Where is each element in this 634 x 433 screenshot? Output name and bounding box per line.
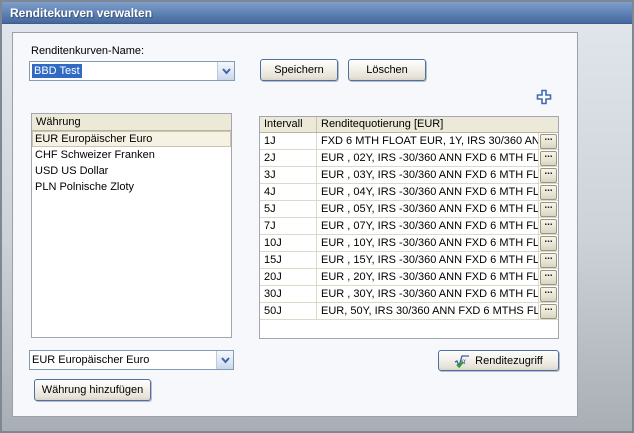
- row-ellipsis-button[interactable]: ...: [540, 253, 557, 268]
- interval-cell: 4J: [260, 184, 317, 200]
- quote-table-body: 1JFXD 6 MTH FLOAT EUR, 1Y, IRS 30/360 AN…: [260, 133, 558, 320]
- quote-cell: EUR , 30Y, IRS -30/360 ANN FXD 6 MTH FL.…: [317, 286, 539, 302]
- quote-cell: FXD 6 MTH FLOAT EUR, 1Y, IRS 30/360 AN..…: [317, 133, 539, 149]
- row-ellipsis-button[interactable]: ...: [540, 287, 557, 302]
- action-cell: ...: [539, 303, 558, 319]
- formula-check-icon: α: [454, 354, 470, 368]
- row-ellipsis-button[interactable]: ...: [540, 304, 557, 319]
- quote-cell: EUR , 15Y, IRS -30/360 ANN FXD 6 MTH FL.…: [317, 252, 539, 268]
- quote-cell: EUR , 04Y, IRS -30/360 ANN FXD 6 MTH FL.…: [317, 184, 539, 200]
- interval-cell: 7J: [260, 218, 317, 234]
- save-button-label: Speichern: [274, 64, 324, 76]
- quote-table: Intervall Renditequotierung [EUR] 1JFXD …: [259, 116, 559, 339]
- interval-cell: 20J: [260, 269, 317, 285]
- row-ellipsis-button[interactable]: ...: [540, 168, 557, 183]
- column-header-interval[interactable]: Intervall: [260, 117, 317, 132]
- dialog-title: Renditekurven verwalten: [10, 6, 152, 20]
- interval-cell: 5J: [260, 201, 317, 217]
- interval-cell: 50J: [260, 303, 317, 319]
- delete-button-label: Löschen: [366, 64, 408, 76]
- interval-cell: 2J: [260, 150, 317, 166]
- curve-name-combobox[interactable]: BBD Test: [29, 61, 235, 81]
- quote-cell: EUR , 20Y, IRS -30/360 ANN FXD 6 MTH FL.…: [317, 269, 539, 285]
- list-item[interactable]: EUR Europäischer Euro: [32, 131, 231, 147]
- curve-name-value: BBD Test: [32, 64, 82, 78]
- table-row: 10JEUR , 10Y, IRS -30/360 ANN FXD 6 MTH …: [260, 235, 558, 252]
- table-row: 15JEUR , 15Y, IRS -30/360 ANN FXD 6 MTH …: [260, 252, 558, 269]
- quote-cell: EUR , 02Y, IRS -30/360 ANN FXD 6 MTH FL.…: [317, 150, 539, 166]
- row-ellipsis-button[interactable]: ...: [540, 270, 557, 285]
- add-currency-button[interactable]: Währung hinzufügen: [34, 379, 151, 401]
- chevron-down-icon[interactable]: [216, 351, 233, 369]
- table-row: 3JEUR , 03Y, IRS -30/360 ANN FXD 6 MTH F…: [260, 167, 558, 184]
- currency-list-header[interactable]: Währung: [32, 114, 231, 131]
- chevron-down-icon[interactable]: [217, 62, 234, 80]
- curve-name-label: Renditenkurven-Name:: [31, 45, 144, 57]
- action-cell: ...: [539, 269, 558, 285]
- quote-cell: EUR , 10Y, IRS -30/360 ANN FXD 6 MTH FL.…: [317, 235, 539, 251]
- table-row: 5JEUR , 05Y, IRS -30/360 ANN FXD 6 MTH F…: [260, 201, 558, 218]
- table-row: 20JEUR , 20Y, IRS -30/360 ANN FXD 6 MTH …: [260, 269, 558, 286]
- add-row-plus-icon[interactable]: [536, 89, 552, 105]
- quote-cell: EUR , 05Y, IRS -30/360 ANN FXD 6 MTH FL.…: [317, 201, 539, 217]
- table-row: 30JEUR , 30Y, IRS -30/360 ANN FXD 6 MTH …: [260, 286, 558, 303]
- main-panel: Renditenkurven-Name: BBD Test Speichern …: [12, 32, 578, 417]
- action-cell: ...: [539, 286, 558, 302]
- quote-cell: EUR , 03Y, IRS -30/360 ANN FXD 6 MTH FL.…: [317, 167, 539, 183]
- row-ellipsis-button[interactable]: ...: [540, 151, 557, 166]
- interval-cell: 1J: [260, 133, 317, 149]
- interval-cell: 30J: [260, 286, 317, 302]
- dialog-titlebar[interactable]: Renditekurven verwalten: [2, 2, 632, 24]
- column-header-quote[interactable]: Renditequotierung [EUR]: [317, 117, 558, 132]
- list-item[interactable]: USD US Dollar: [32, 163, 231, 179]
- action-cell: ...: [539, 184, 558, 200]
- table-row: 2JEUR , 02Y, IRS -30/360 ANN FXD 6 MTH F…: [260, 150, 558, 167]
- interval-cell: 10J: [260, 235, 317, 251]
- interval-cell: 15J: [260, 252, 317, 268]
- action-cell: ...: [539, 133, 558, 149]
- row-ellipsis-button[interactable]: ...: [540, 219, 557, 234]
- table-row: 1JFXD 6 MTH FLOAT EUR, 1Y, IRS 30/360 AN…: [260, 133, 558, 150]
- yield-access-button[interactable]: α Renditezugriff: [438, 350, 559, 371]
- row-ellipsis-button[interactable]: ...: [540, 202, 557, 217]
- row-ellipsis-button[interactable]: ...: [540, 185, 557, 200]
- currency-add-value: EUR Europäischer Euro: [32, 354, 149, 366]
- quote-table-header: Intervall Renditequotierung [EUR]: [260, 117, 558, 133]
- save-button[interactable]: Speichern: [260, 59, 338, 81]
- add-currency-button-label: Währung hinzufügen: [42, 384, 144, 396]
- table-row: 7JEUR , 07Y, IRS -30/360 ANN FXD 6 MTH F…: [260, 218, 558, 235]
- list-item[interactable]: PLN Polnische Zloty: [32, 179, 231, 195]
- dialog-window: Renditekurven verwalten Renditenkurven-N…: [0, 0, 634, 433]
- action-cell: ...: [539, 218, 558, 234]
- table-row: 50JEUR, 50Y, IRS 30/360 ANN FXD 6 MTHS F…: [260, 303, 558, 320]
- interval-cell: 3J: [260, 167, 317, 183]
- list-item[interactable]: CHF Schweizer Franken: [32, 147, 231, 163]
- row-ellipsis-button[interactable]: ...: [540, 134, 557, 149]
- table-row: 4JEUR , 04Y, IRS -30/360 ANN FXD 6 MTH F…: [260, 184, 558, 201]
- action-cell: ...: [539, 167, 558, 183]
- currency-listbox: Währung EUR Europäischer EuroCHF Schweiz…: [31, 113, 232, 338]
- quote-cell: EUR, 50Y, IRS 30/360 ANN FXD 6 MTHS FL..…: [317, 303, 539, 319]
- row-ellipsis-button[interactable]: ...: [540, 236, 557, 251]
- action-cell: ...: [539, 201, 558, 217]
- currency-list-items: EUR Europäischer EuroCHF Schweizer Frank…: [32, 131, 231, 195]
- action-cell: ...: [539, 235, 558, 251]
- currency-add-combobox[interactable]: EUR Europäischer Euro: [29, 350, 234, 370]
- action-cell: ...: [539, 252, 558, 268]
- quote-cell: EUR , 07Y, IRS -30/360 ANN FXD 6 MTH FL.…: [317, 218, 539, 234]
- yield-access-button-label: Renditezugriff: [475, 355, 543, 367]
- action-cell: ...: [539, 150, 558, 166]
- delete-button[interactable]: Löschen: [348, 59, 426, 81]
